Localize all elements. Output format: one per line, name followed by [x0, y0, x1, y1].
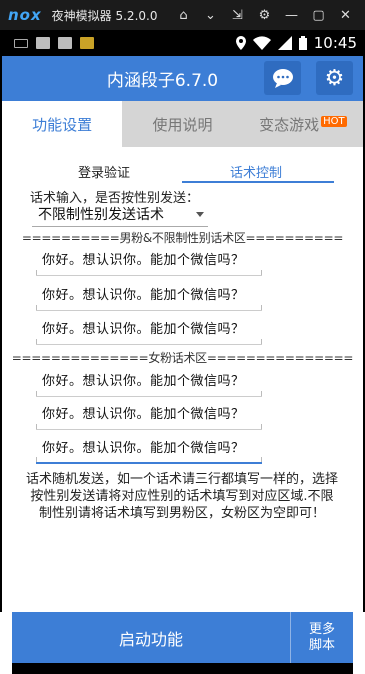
tab-games[interactable]: 变态游戏 HOT	[243, 101, 363, 147]
female-message-input-1[interactable]: 你好。想认识你。能加个微信吗？	[36, 369, 262, 397]
footer-bar: 启动功能 更多 脚本	[12, 612, 353, 663]
tab-instructions[interactable]: 使用说明	[122, 101, 242, 147]
male-section-header: ==========男粉&不限制性别话术区==========	[21, 231, 344, 245]
male-message-input-3[interactable]: 你好。想认识你。能加个微信吗？	[36, 317, 262, 345]
gender-mode-select[interactable]: 不限制性别发送话术	[32, 204, 208, 227]
minimize-icon[interactable]: —	[278, 8, 305, 23]
footer-margin	[0, 612, 12, 674]
gear-icon: ⚙	[324, 65, 345, 91]
more-scripts-button[interactable]: 更多 脚本	[290, 612, 353, 663]
content-panel: 登录验证 话术控制 话术输入，是否按性别发送： 不限制性别发送话术 ======…	[2, 147, 363, 612]
help-text: 话术随机发送，如一个话术请三行都填写一样的，选择按性别发送请将对应性别的话术填写…	[25, 472, 338, 521]
emulator-title: 夜神模拟器 5.2.0.0	[51, 8, 158, 23]
nox-logo: nox	[8, 6, 42, 24]
home-icon[interactable]: ⌂	[170, 8, 197, 23]
subtab-script-control[interactable]: 话术控制	[230, 162, 282, 181]
gender-mode-value: 不限制性别发送话术	[38, 207, 164, 223]
emulator-title-bar: nox 夜神模拟器 5.2.0.0 ⌂ ⌄ ⇲ ⚙ — ▢ ✕	[0, 0, 365, 30]
tab-label: 使用说明	[152, 115, 213, 134]
signal-icon	[277, 36, 292, 50]
main-tabs: 功能设置 使用说明 变态游戏 HOT	[2, 101, 363, 147]
emulator-controls: ⌂ ⌄ ⇲ ⚙ — ▢ ✕	[170, 0, 359, 30]
female-message-input-3[interactable]: 你好。想认识你。能加个微信吗？	[36, 436, 262, 464]
chevron-down-icon	[196, 212, 204, 217]
android-status-bar: 10:45	[0, 30, 365, 56]
keyboard-icon	[14, 38, 28, 48]
male-message-input-2[interactable]: 你好。想认识你。能加个微信吗？	[36, 283, 262, 311]
tab-label: 变态游戏	[259, 115, 320, 134]
app-header: 内涵段子6.7.0 ⚙	[2, 56, 363, 101]
start-button[interactable]: 启动功能	[12, 612, 290, 663]
close-icon[interactable]: ✕	[332, 8, 359, 23]
hot-badge: HOT	[321, 115, 347, 127]
app-title: 内涵段子6.7.0	[106, 71, 219, 91]
chat-button[interactable]	[264, 61, 301, 95]
settings-icon[interactable]: ⚙	[251, 8, 278, 23]
clock: 10:45	[313, 34, 357, 52]
tab-label: 功能设置	[32, 115, 93, 134]
app-notification-icon	[58, 37, 72, 49]
male-message-input-1[interactable]: 你好。想认识你。能加个微信吗？	[36, 248, 262, 276]
tab-function-settings[interactable]: 功能设置	[2, 101, 123, 147]
subtab-login-verify[interactable]: 登录验证	[78, 162, 130, 181]
subtab-indicator	[182, 181, 334, 183]
chat-icon	[272, 69, 293, 88]
sub-tabs: 登录验证 话术控制	[2, 162, 363, 182]
female-section-header: ==============女粉话术区===============	[11, 351, 354, 365]
pin-icon[interactable]: ⇲	[224, 8, 251, 23]
location-icon	[235, 36, 246, 50]
dropdown-icon[interactable]: ⌄	[197, 8, 224, 23]
battery-icon	[298, 36, 307, 50]
app-notification-icon	[80, 37, 94, 49]
app-notification-icon	[36, 37, 50, 49]
maximize-icon[interactable]: ▢	[305, 8, 332, 23]
footer-margin	[353, 612, 365, 674]
female-message-input-2[interactable]: 你好。想认识你。能加个微信吗？	[36, 402, 262, 430]
wifi-icon	[252, 36, 271, 50]
settings-button[interactable]: ⚙	[316, 61, 353, 95]
